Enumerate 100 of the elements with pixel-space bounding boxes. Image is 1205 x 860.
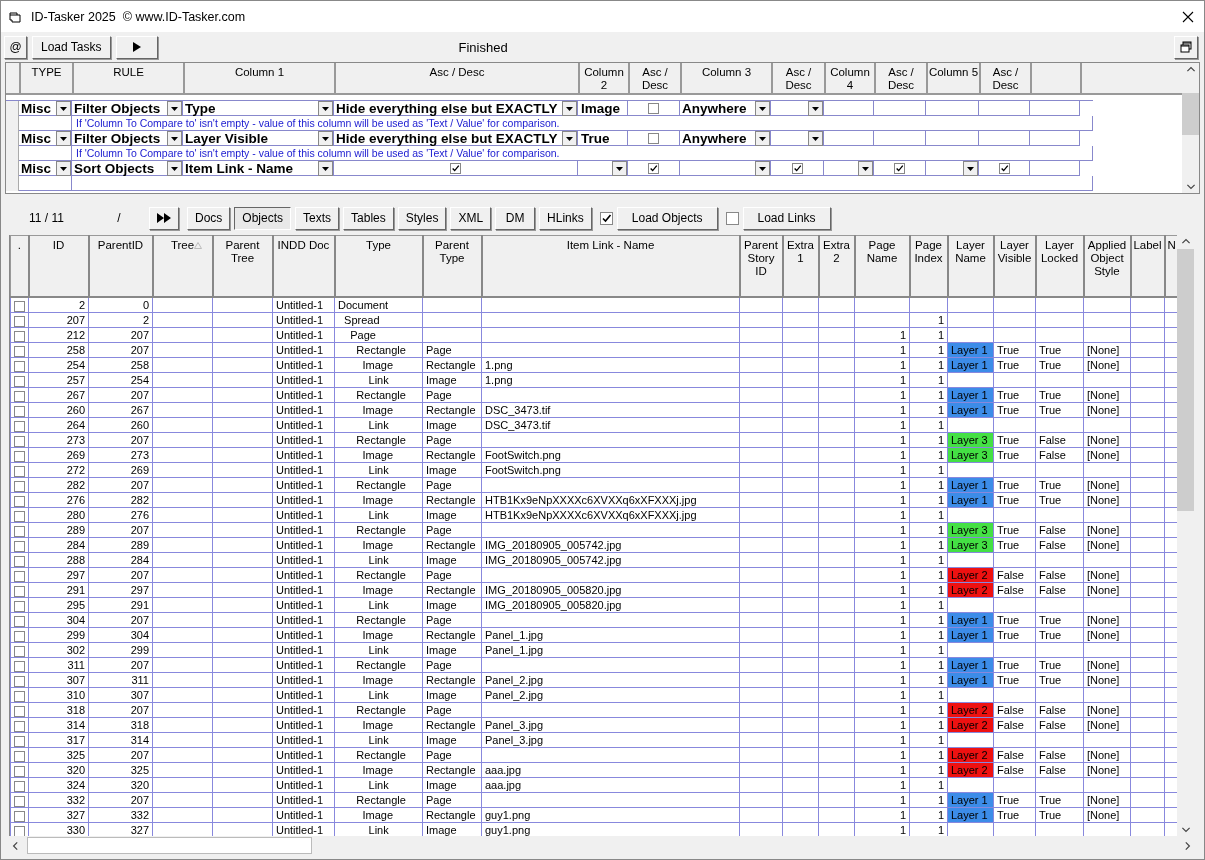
tab[interactable]: XML — [450, 206, 492, 230]
row-checkbox[interactable] — [14, 345, 25, 357]
tab[interactable]: Tables — [343, 206, 394, 230]
checkbox[interactable] — [648, 132, 659, 144]
column-header[interactable]: Layer Name — [947, 235, 994, 297]
column-header[interactable]: Tree — [152, 235, 213, 297]
caret-icon[interactable] — [318, 100, 333, 116]
column-header[interactable]: TYPE — [21, 63, 74, 93]
row-checkbox[interactable] — [14, 810, 25, 822]
dropdown[interactable]: Type — [183, 100, 333, 116]
row-checkbox[interactable] — [14, 450, 25, 462]
dropdown[interactable]: Filter Objects — [72, 130, 182, 146]
checkbox[interactable] — [998, 162, 1010, 174]
row-checkbox[interactable] — [14, 705, 25, 717]
caret-icon[interactable] — [808, 130, 823, 146]
row-checkbox[interactable] — [14, 570, 25, 582]
column-header[interactable]: RULE — [74, 63, 185, 93]
fast-forward-button[interactable] — [149, 206, 179, 230]
row-checkbox[interactable] — [14, 765, 25, 777]
column-header[interactable]: Asc / Desc — [773, 63, 826, 93]
row-checkbox[interactable] — [14, 405, 25, 417]
caret-icon[interactable] — [755, 100, 770, 116]
row-checkbox[interactable] — [14, 480, 25, 492]
row-header[interactable] — [6, 176, 19, 191]
caret-icon[interactable] — [56, 130, 71, 146]
caret-icon[interactable] — [808, 100, 823, 116]
load-button[interactable]: Load Objects — [616, 206, 718, 230]
column-header[interactable]: . — [10, 235, 29, 297]
column-header[interactable]: Extra 2 — [818, 235, 855, 297]
tab[interactable]: DM — [495, 206, 536, 230]
caret-icon[interactable] — [562, 100, 577, 116]
dropdown[interactable]: Misc — [19, 160, 71, 176]
caret-icon[interactable] — [318, 130, 333, 146]
dropdown[interactable]: Hide everything else but EXACTLY — [334, 130, 577, 146]
row-checkbox[interactable] — [14, 525, 25, 537]
scrollbar-thumb[interactable] — [1177, 249, 1194, 511]
caret-icon[interactable] — [755, 160, 770, 176]
column-header[interactable]: ParentID — [88, 235, 153, 297]
checkbox[interactable] — [599, 211, 613, 225]
dropdown[interactable]: Filter Objects — [72, 100, 182, 116]
column-header[interactable]: Parent Story ID — [739, 235, 783, 297]
dropdown[interactable]: Anywhere — [680, 100, 770, 116]
tab[interactable]: HLinks — [539, 206, 592, 230]
caret-icon[interactable] — [56, 100, 71, 116]
column-header[interactable]: Asc / Desc — [336, 63, 580, 93]
row-checkbox[interactable] — [14, 330, 25, 342]
checkbox[interactable] — [648, 162, 659, 174]
checkbox[interactable] — [894, 162, 905, 174]
tab[interactable]: Objects — [234, 206, 292, 230]
checkbox[interactable] — [450, 162, 461, 174]
row-checkbox[interactable] — [14, 555, 25, 567]
column-header[interactable]: Parent Tree — [212, 235, 273, 297]
caret-icon[interactable] — [612, 160, 627, 176]
column-header[interactable]: Item Link - Name — [481, 235, 740, 297]
row-checkbox[interactable] — [14, 375, 25, 387]
dropdown[interactable]: Anywhere — [680, 130, 770, 146]
row-checkbox[interactable] — [14, 735, 25, 747]
dropdown[interactable]: Hide everything else but EXACTLY — [334, 100, 577, 116]
tab[interactable]: Texts — [295, 206, 340, 230]
row-checkbox[interactable] — [14, 690, 25, 702]
checkbox[interactable] — [791, 162, 803, 174]
column-header[interactable]: Extra 1 — [782, 235, 819, 297]
column-header[interactable]: Column 1 — [185, 63, 336, 93]
row-checkbox[interactable] — [14, 660, 25, 672]
column-header[interactable]: Layer Locked — [1035, 235, 1084, 297]
caret-icon[interactable] — [562, 130, 577, 146]
column-header[interactable]: Asc / Desc — [876, 63, 928, 93]
caret-icon[interactable] — [56, 160, 71, 176]
column-header[interactable]: Column 4 — [826, 63, 876, 93]
dropdown[interactable]: Misc — [19, 130, 71, 146]
row-checkbox[interactable] — [14, 435, 25, 447]
column-header[interactable]: Layer Visible — [993, 235, 1036, 297]
row-checkbox[interactable] — [14, 600, 25, 612]
row-checkbox[interactable] — [14, 420, 25, 432]
column-header[interactable]: Asc / Desc — [981, 63, 1032, 93]
column-header[interactable]: Page Name — [854, 235, 910, 297]
column-header[interactable]: Column 2 — [580, 63, 630, 93]
row-checkbox[interactable] — [14, 300, 25, 312]
caret-icon[interactable] — [755, 130, 770, 146]
dropdown[interactable]: Item Link - Name — [183, 160, 333, 176]
caret-icon[interactable] — [167, 160, 182, 176]
load-tasks-button[interactable]: Load Tasks — [32, 35, 111, 59]
caret-icon[interactable] — [167, 130, 182, 146]
row-checkbox[interactable] — [14, 615, 25, 627]
column-header[interactable]: Applied Object Style — [1083, 235, 1131, 297]
at-button[interactable]: @ — [4, 35, 27, 59]
column-header[interactable]: Asc / Desc — [630, 63, 682, 93]
column-header[interactable]: Label — [1130, 235, 1165, 297]
row-checkbox[interactable] — [14, 390, 25, 402]
dropdown[interactable]: Misc — [19, 100, 71, 116]
tab[interactable]: Docs — [187, 206, 231, 230]
scrollbar-thumb[interactable] — [1182, 93, 1199, 135]
row-checkbox[interactable] — [14, 540, 25, 552]
dropdown[interactable]: Layer Visible — [183, 130, 333, 146]
row-checkbox[interactable] — [14, 825, 25, 836]
column-header[interactable]: Parent Type — [422, 235, 482, 297]
caret-icon[interactable] — [318, 160, 333, 176]
row-checkbox[interactable] — [14, 645, 25, 657]
row-header[interactable] — [6, 101, 19, 116]
restore-window-button[interactable] — [1174, 35, 1198, 59]
